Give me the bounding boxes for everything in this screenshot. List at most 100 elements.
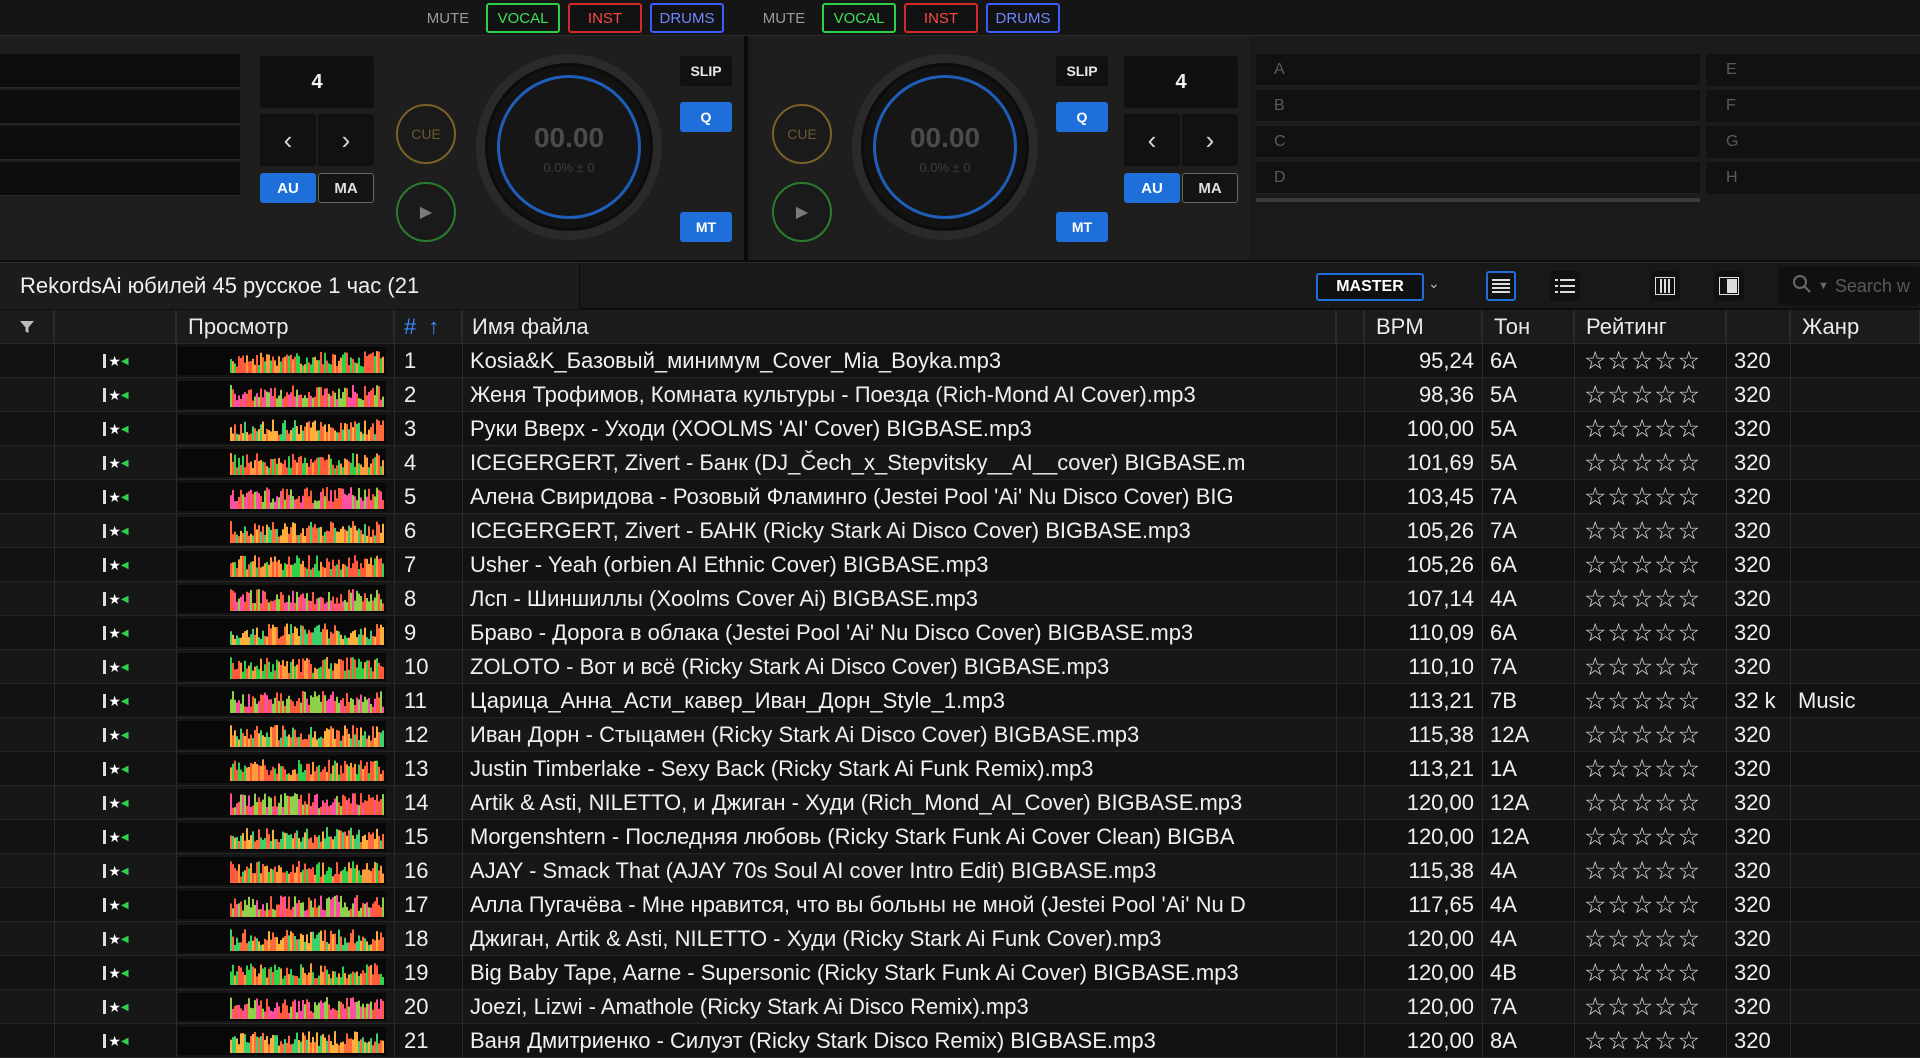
filter-icon[interactable] — [0, 310, 54, 344]
cue-button[interactable]: CUE — [396, 104, 456, 164]
table-row[interactable]: ★ ◀ 6 ICEGERGERT, Zivert - БАНК (Ricky Star… — [0, 514, 1920, 548]
hot-cue-e[interactable]: E — [1706, 54, 1920, 86]
waveform-preview[interactable] — [178, 993, 386, 1021]
column-genre-header[interactable]: Жанр — [1790, 310, 1920, 344]
table-row[interactable]: ★ ◀ 18 Джиган, Artik & Asti, NILETTO - Худи… — [0, 922, 1920, 956]
auto-button[interactable]: AU — [1124, 173, 1180, 203]
waveform-preview[interactable] — [178, 755, 386, 783]
beat-jump-back-button[interactable]: ‹ — [260, 114, 316, 166]
hot-cue-d[interactable]: D — [1256, 162, 1700, 194]
hot-cue-f[interactable]: F — [1706, 90, 1920, 122]
waveform-preview[interactable] — [178, 789, 386, 817]
deck-1-overview-strip[interactable] — [0, 90, 240, 124]
drums-mute-button[interactable]: DRUMS — [650, 3, 724, 33]
table-row[interactable]: ★ ◀ 8 Лсп - Шиншиллы (Xoolms Cover Ai) BIGB… — [0, 582, 1920, 616]
table-row[interactable]: ★ ◀ 13 Justin Timberlake - Sexy Back (Ricky… — [0, 752, 1920, 786]
table-row[interactable]: ★ ◀ 9 Браво - Дорога в облака (Jestei Pool … — [0, 616, 1920, 650]
jog-wheel[interactable]: 00.00 0.0% ± 0 — [852, 54, 1038, 240]
table-row[interactable]: ★ ◀ 7 Usher - Yeah (orbien AI Ethnic Cover)… — [0, 548, 1920, 582]
list-view-icon[interactable] — [1486, 271, 1516, 301]
waveform-preview[interactable] — [178, 721, 386, 749]
quantize-button[interactable]: Q — [1056, 102, 1108, 132]
waveform-preview[interactable] — [178, 517, 386, 545]
hot-cue-g[interactable]: G — [1706, 126, 1920, 158]
master-button[interactable]: MASTER — [1316, 273, 1424, 301]
waveform-preview[interactable] — [178, 925, 386, 953]
waveform-preview[interactable] — [178, 959, 386, 987]
waveform-preview[interactable] — [178, 1027, 386, 1055]
table-row[interactable]: ★ ◀ 14 Artik & Asti, NILETTO, и Джиган - Ху… — [0, 786, 1920, 820]
waveform-preview[interactable] — [178, 415, 386, 443]
waveform-preview[interactable] — [178, 823, 386, 851]
table-row[interactable]: ★ ◀ 3 Руки Вверх - Уходи (XOOLMS 'AI' Cover… — [0, 412, 1920, 446]
waveform-preview[interactable] — [178, 653, 386, 681]
beat-jump-counter[interactable]: 4 — [260, 56, 374, 108]
table-row[interactable]: ★ ◀ 12 Иван Дорн - Стыцамен (Ricky Stark Ai… — [0, 718, 1920, 752]
manual-button[interactable]: MA — [318, 173, 374, 203]
table-row[interactable]: ★ ◀ 20 Joezi, Lizwi - Amathole (Ricky Stark… — [0, 990, 1920, 1024]
waveform-preview[interactable] — [178, 483, 386, 511]
table-row[interactable]: ★ ◀ 11 Царица_Анна_Асти_кавер_Иван_Дорн_Sty… — [0, 684, 1920, 718]
drums-mute-button[interactable]: DRUMS — [986, 3, 1060, 33]
deck-1-overview-strip[interactable] — [0, 54, 240, 88]
auto-button[interactable]: AU — [260, 173, 316, 203]
waveform-preview[interactable] — [178, 449, 386, 477]
cue-button[interactable]: CUE — [772, 104, 832, 164]
deck-1-overview-strip[interactable] — [0, 162, 240, 196]
column-rating-header[interactable]: Рейтинг — [1574, 310, 1726, 344]
search-dropdown-icon[interactable]: ▼ — [1818, 280, 1829, 292]
master-tempo-button[interactable]: MT — [1056, 212, 1108, 242]
column-filename-header[interactable]: Имя файла — [462, 310, 1336, 344]
vocal-mute-button[interactable]: VOCAL — [822, 3, 896, 33]
column-bpm-header[interactable]: BPM — [1364, 310, 1482, 344]
manual-button[interactable]: MA — [1182, 173, 1238, 203]
table-row[interactable]: ★ ◀ 5 Алена Свиридова - Розовый Фламинго (J… — [0, 480, 1920, 514]
table-row[interactable]: ★ ◀ 19 Big Baby Tape, Aarne - Supersonic (R… — [0, 956, 1920, 990]
play-button[interactable]: ▶ — [772, 182, 832, 242]
column-number-header[interactable]: # ↑ — [394, 310, 462, 344]
chevron-down-icon[interactable]: ⌄ — [1428, 275, 1440, 292]
column-key-header[interactable]: Тон — [1482, 310, 1574, 344]
inst-mute-button[interactable]: INST — [568, 3, 642, 33]
search-input[interactable]: ▼ Search w — [1778, 267, 1920, 305]
beat-jump-forward-button[interactable]: › — [1182, 114, 1238, 166]
table-row[interactable]: ★ ◀ 2 Женя Трофимов, Комната культуры - Пое… — [0, 378, 1920, 412]
beat-jump-forward-button[interactable]: › — [318, 114, 374, 166]
waveform-preview[interactable] — [178, 381, 386, 409]
master-tempo-button[interactable]: MT — [680, 212, 732, 242]
table-row[interactable]: ★ ◀ 15 Morgenshtern - Последняя любовь (Ric… — [0, 820, 1920, 854]
vocal-mute-button[interactable]: VOCAL — [486, 3, 560, 33]
table-row[interactable]: ★ ◀ 4 ICEGERGERT, Zivert - Банк (DJ_Čech_x_… — [0, 446, 1920, 480]
waveform-preview[interactable] — [178, 891, 386, 919]
panel-view-icon[interactable] — [1714, 271, 1744, 301]
waveform-preview[interactable] — [178, 347, 386, 375]
hot-cue-a[interactable]: A — [1256, 54, 1700, 86]
beat-jump-counter[interactable]: 4 — [1124, 56, 1238, 108]
waveform-preview[interactable] — [178, 585, 386, 613]
table-row[interactable]: ★ ◀ 17 Алла Пугачёва - Мне нравится, что вы… — [0, 888, 1920, 922]
waveform-preview[interactable] — [178, 551, 386, 579]
jog-wheel[interactable]: 00.00 0.0% ± 0 — [476, 54, 662, 240]
slip-button[interactable]: SLIP — [680, 56, 732, 86]
hot-cue-h[interactable]: H — [1706, 162, 1920, 194]
hot-cue-b[interactable]: B — [1256, 90, 1700, 122]
column-preview-header[interactable]: Просмотр — [176, 310, 394, 344]
inst-mute-button[interactable]: INST — [904, 3, 978, 33]
table-row[interactable]: ★ ◀ 10 ZOLOTO - Вот и всё (Ricky Stark Ai D… — [0, 650, 1920, 684]
table-row[interactable]: ★ ◀ 16 AJAY - Smack That (AJAY 70s Soul AI … — [0, 854, 1920, 888]
table-row[interactable]: ★ ◀ 1 Kosia&K_Базовый_минимум_Cover_Mia_Boy… — [0, 344, 1920, 378]
waveform-preview[interactable] — [178, 857, 386, 885]
detail-view-icon[interactable] — [1550, 271, 1580, 301]
quantize-button[interactable]: Q — [680, 102, 732, 132]
table-row[interactable]: ★ ◀ 21 Ваня Дмитриенко - Силуэт (Ricky Star… — [0, 1024, 1920, 1058]
play-button[interactable]: ▶ — [396, 182, 456, 242]
deck-1-overview-strip[interactable] — [0, 126, 240, 160]
column-status-header[interactable] — [54, 310, 176, 344]
column-bitrate-header[interactable] — [1726, 310, 1790, 344]
column-view-icon[interactable] — [1650, 271, 1680, 301]
beat-jump-back-button[interactable]: ‹ — [1124, 114, 1180, 166]
hot-cue-c[interactable]: C — [1256, 126, 1700, 158]
slip-button[interactable]: SLIP — [1056, 56, 1108, 86]
waveform-preview[interactable] — [178, 687, 386, 715]
waveform-preview[interactable] — [178, 619, 386, 647]
